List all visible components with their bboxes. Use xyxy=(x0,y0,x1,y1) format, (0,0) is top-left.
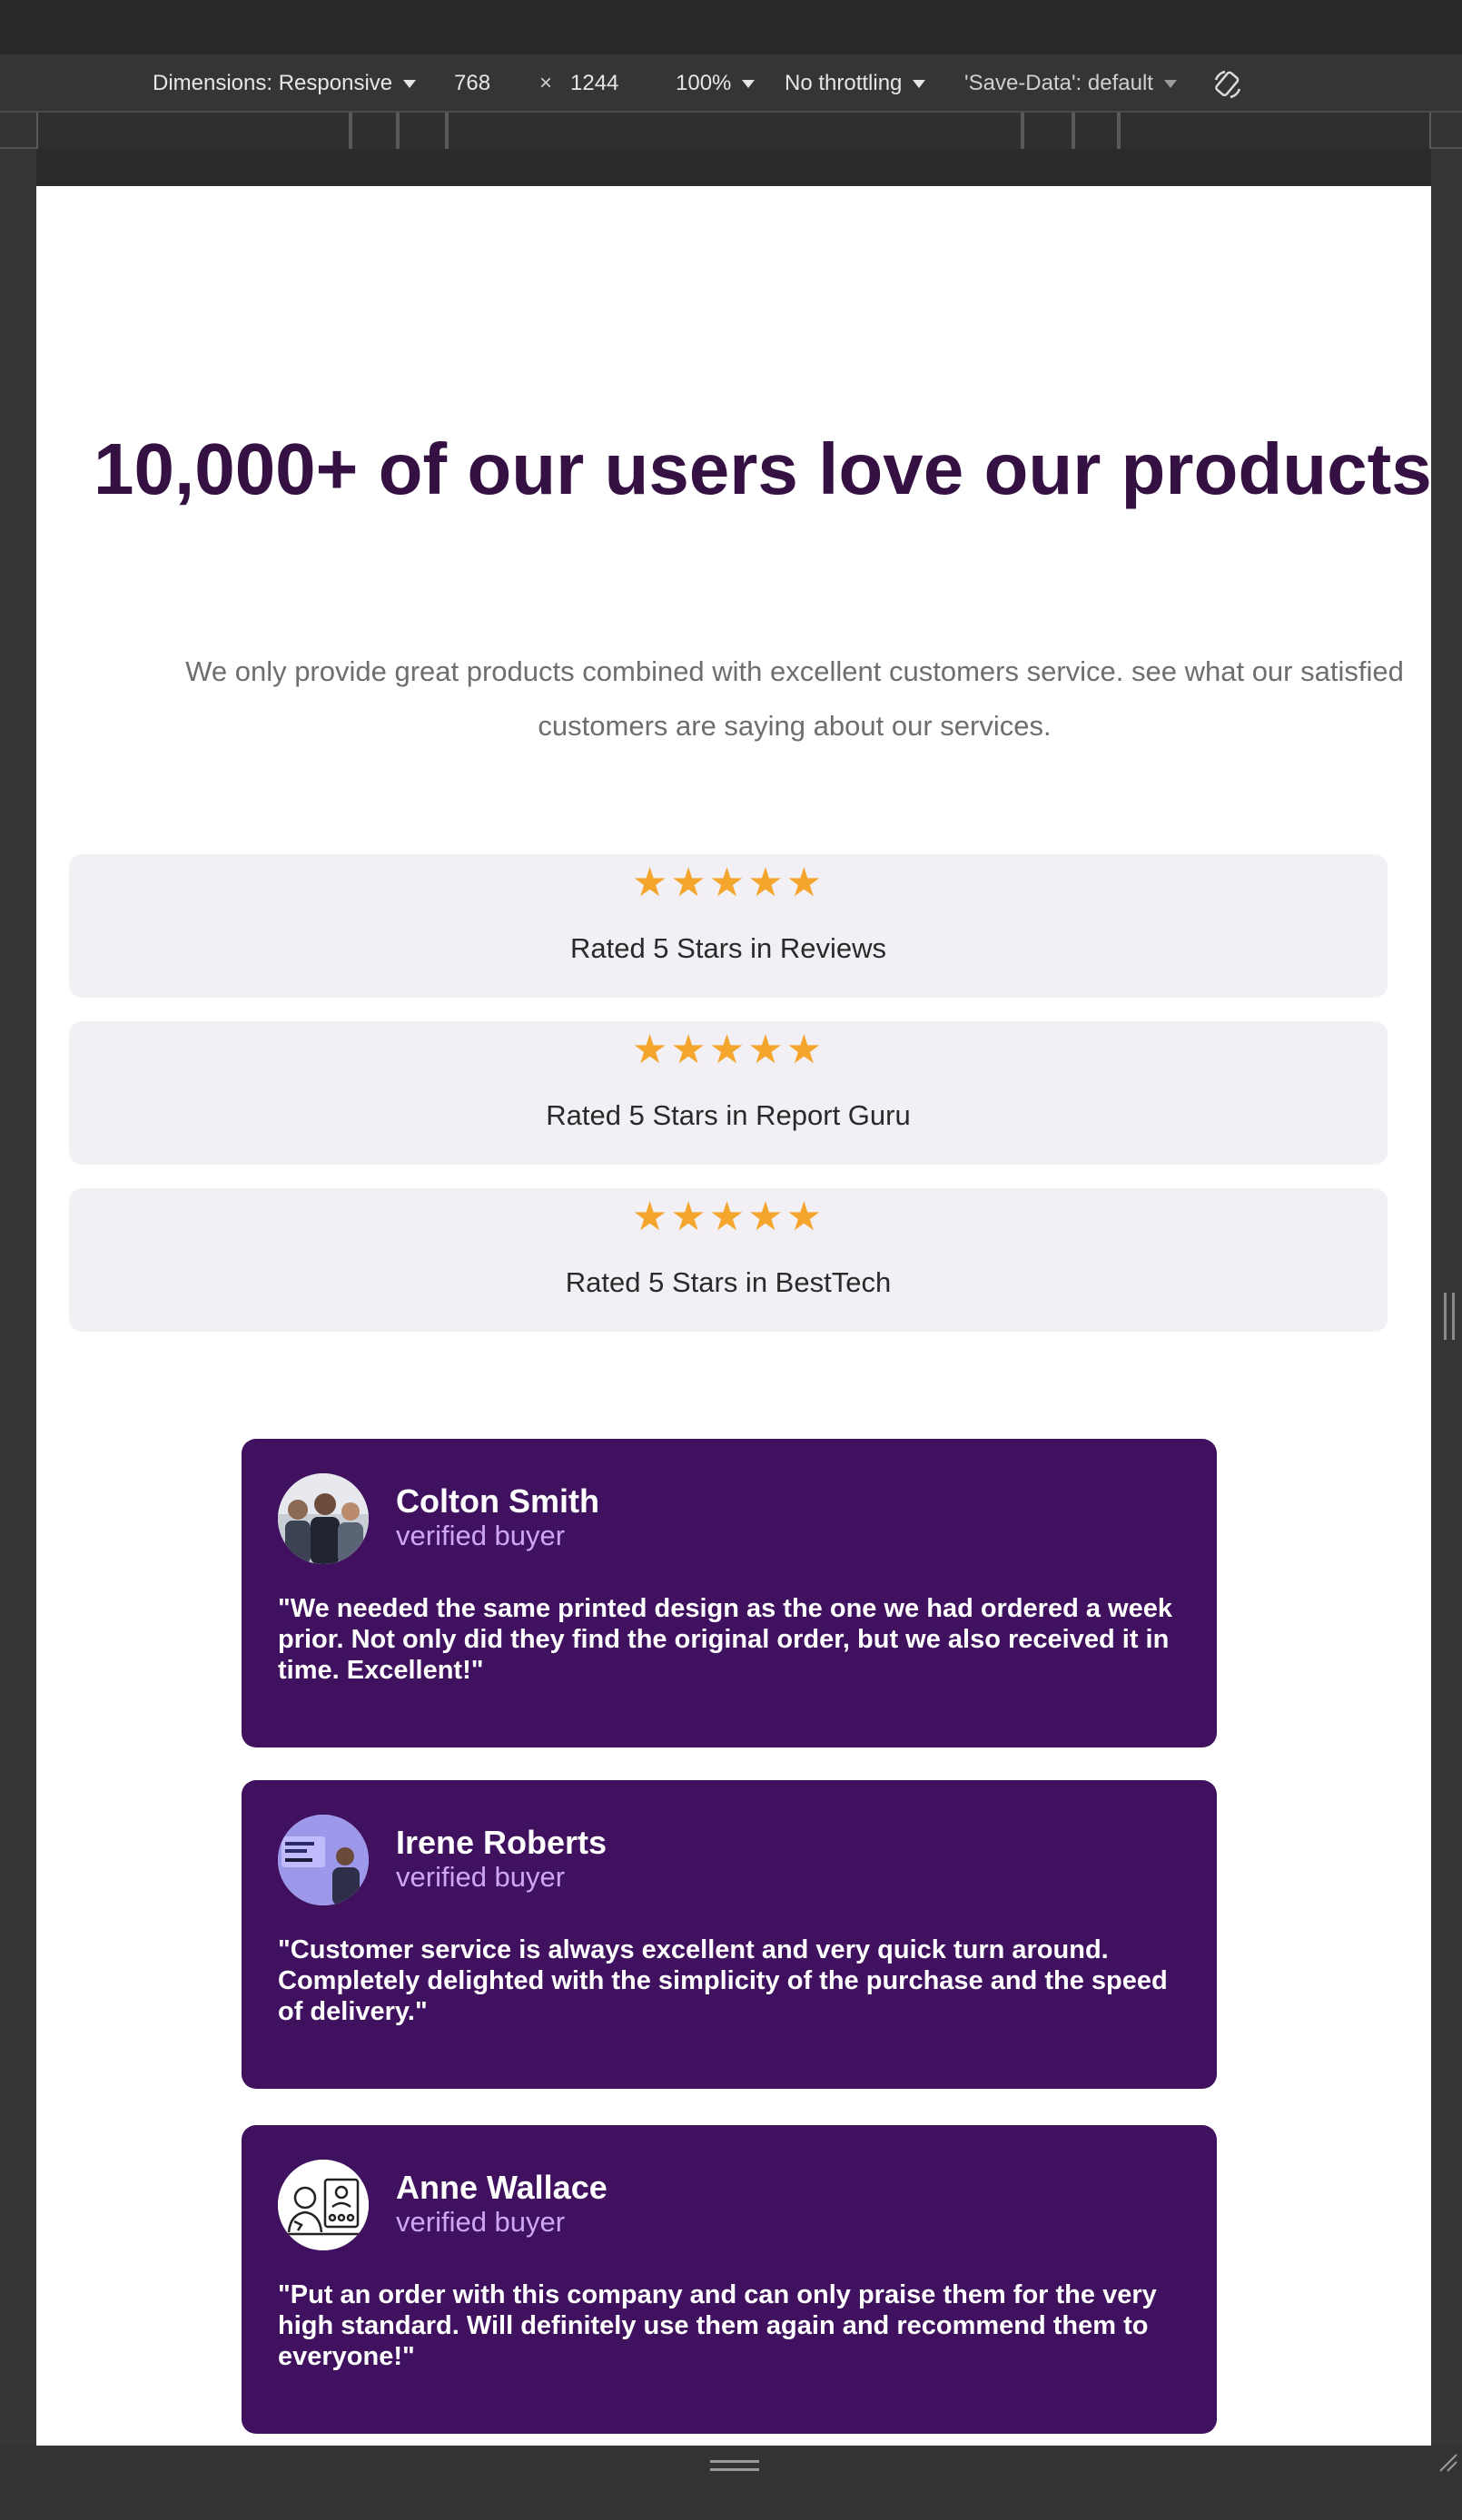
presentation-avatar xyxy=(278,1815,369,1905)
rating-label: Rated 5 Stars in Report Guru xyxy=(546,1099,911,1131)
width-value: 768 xyxy=(454,71,491,95)
ruler-segment[interactable] xyxy=(1022,113,1073,149)
rating-label: Rated 5 Stars in Reviews xyxy=(569,932,887,964)
avatar-image xyxy=(278,2160,369,2250)
rotate-icon[interactable] xyxy=(1212,69,1243,100)
chevron-down-icon xyxy=(913,79,926,88)
zoom-label: 100% xyxy=(676,71,732,95)
review-text: "We needed the same printed design as th… xyxy=(278,1594,1172,1685)
review-card: Anne Wallace verified buyer "Put an orde… xyxy=(242,2125,1217,2434)
ruler-segment[interactable] xyxy=(36,113,351,149)
times-symbol: × xyxy=(539,54,552,113)
chevron-down-icon xyxy=(403,79,417,88)
height-value: 1244 xyxy=(570,71,619,95)
avatar-image xyxy=(278,1473,369,1564)
reviewer-name: Anne Wallace xyxy=(396,2169,608,2206)
verified-buyer-tag: verified buyer xyxy=(396,1520,566,1551)
zoom-dropdown[interactable]: 100% xyxy=(676,54,756,113)
page-viewport: 10,000+ of our users love our products. … xyxy=(36,186,1431,2446)
width-input[interactable]: 768 xyxy=(454,54,490,113)
ruler-segment[interactable] xyxy=(447,113,1022,149)
rating-label: Rated 5 Stars in BestTech xyxy=(565,1266,892,1298)
resize-corner-icon[interactable] xyxy=(1437,2451,1458,2473)
review-text: "Put an order with this company and can … xyxy=(278,2280,1157,2371)
ruler-segment[interactable] xyxy=(1073,113,1119,149)
five-star-icon: ★★★★★ xyxy=(631,1195,825,1239)
rating-card: ★★★★★ Rated 5 Stars in Reviews xyxy=(69,854,1388,998)
save-data-label: 'Save-Data': default xyxy=(964,71,1153,95)
verified-buyer-tag: verified buyer xyxy=(396,1861,566,1893)
devtools-top-strip xyxy=(0,0,1462,54)
ruler-segment[interactable] xyxy=(398,113,447,149)
media-query-ruler xyxy=(0,113,1462,149)
save-data-dropdown[interactable]: 'Save-Data': default xyxy=(964,54,1177,113)
throttling-label: No throttling xyxy=(785,71,903,95)
device-toolbar: Dimensions: Responsive 768 × 1244 100% N… xyxy=(0,54,1462,113)
chevron-down-icon xyxy=(742,79,756,88)
height-input[interactable]: 1244 xyxy=(570,54,618,113)
five-star-icon: ★★★★★ xyxy=(631,861,825,905)
review-card: Colton Smith verified buyer "We needed t… xyxy=(242,1439,1217,1747)
reviewer-name: Colton Smith xyxy=(396,1482,599,1520)
page-subtitle: We only provide great products combined … xyxy=(185,655,1404,742)
rating-card: ★★★★★ Rated 5 Stars in BestTech xyxy=(69,1188,1388,1332)
times-glyph: × xyxy=(539,71,553,95)
resize-handle-right[interactable] xyxy=(1444,1293,1455,1340)
dimensions-label: Dimensions: Responsive xyxy=(153,71,393,95)
rating-card: ★★★★★ Rated 5 Stars in Report Guru xyxy=(69,1021,1388,1165)
review-card: Irene Roberts verified buyer "Customer s… xyxy=(242,1780,1217,2089)
resize-handle-bottom[interactable] xyxy=(710,2460,759,2471)
chevron-down-icon xyxy=(1163,79,1177,88)
review-text: "Customer service is always excellent an… xyxy=(278,1935,1168,2026)
group-photo-avatar xyxy=(278,1473,369,1564)
five-star-icon: ★★★★★ xyxy=(631,1028,825,1072)
reviewer-name: Irene Roberts xyxy=(396,1824,608,1861)
line-drawing-avatar xyxy=(278,2160,369,2250)
dimensions-dropdown[interactable]: Dimensions: Responsive xyxy=(153,54,417,113)
page-headline: 10,000+ of our users love our products. xyxy=(93,428,1431,509)
throttling-dropdown[interactable]: No throttling xyxy=(785,54,926,113)
viewport-left-gutter xyxy=(0,149,36,2446)
ruler-segment[interactable] xyxy=(1119,113,1431,149)
verified-buyer-tag: verified buyer xyxy=(396,2206,566,2238)
ruler-segment[interactable] xyxy=(351,113,398,149)
avatar-image xyxy=(278,1815,369,1905)
viewport-bottom-gutter xyxy=(0,2446,1462,2520)
